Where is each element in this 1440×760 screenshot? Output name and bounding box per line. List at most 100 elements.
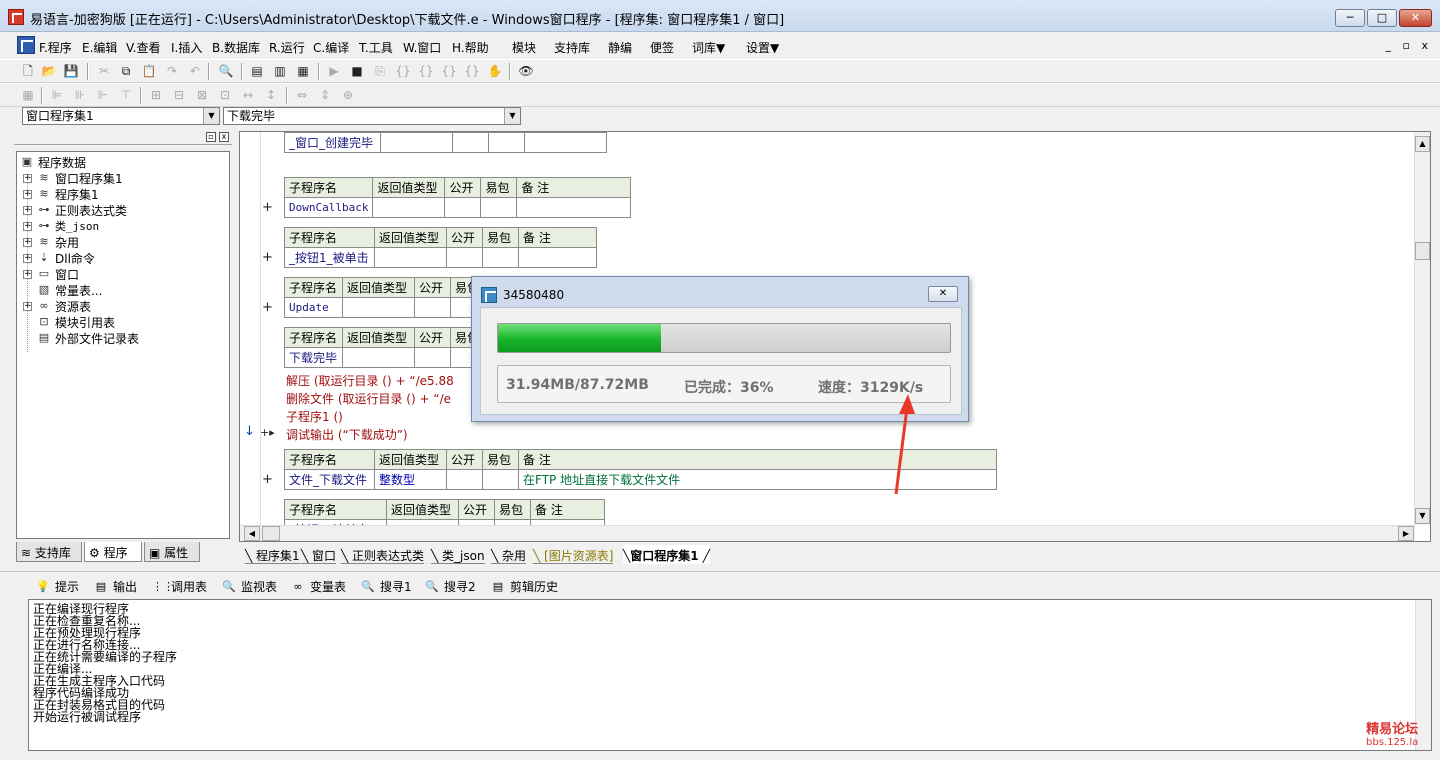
undo-icon[interactable]: ↶ — [187, 64, 203, 79]
tree-item[interactable]: ⊡ 模块引用表 — [37, 314, 115, 330]
expand-sub-icon[interactable]: + — [262, 200, 273, 215]
panel-close-icon[interactable]: x — [219, 132, 229, 142]
tree-item[interactable]: + ▭ 窗口 — [23, 266, 79, 282]
tree-item[interactable]: ▧ 常量表... — [37, 282, 103, 298]
tab-window[interactable]: ╲ 窗口 — [301, 545, 337, 564]
menu-help[interactable]: H.帮助 — [452, 39, 489, 56]
step-out-icon[interactable]: {} — [441, 64, 457, 79]
menu-tools[interactable]: T.工具 — [359, 39, 393, 56]
sub-name[interactable]: 下载完毕 — [284, 347, 343, 368]
tab-regex-class[interactable]: ╲ 正则表达式类 — [341, 545, 425, 564]
tab-watch[interactable]: 🔍 监视表 — [222, 578, 277, 595]
menu-settings[interactable]: 设置▼ — [746, 39, 779, 56]
expand-icon[interactable]: + — [23, 301, 32, 311]
open-folder-icon[interactable]: 📂 — [41, 64, 57, 79]
code-vertical-scrollbar[interactable]: ▲ ▼ — [1414, 132, 1430, 525]
tree-item[interactable]: + ⇣ Dll命令 — [23, 250, 95, 266]
project-tree[interactable]: ▣ 程序数据 + ≋ 窗口程序集1 + ≋ 程序集1 + ⊶ 正则表达式类 + … — [16, 151, 230, 539]
menu-module[interactable]: 模块 — [512, 39, 536, 56]
tab-image-resources[interactable]: ╲ [图片资源表] — [533, 545, 614, 564]
scroll-right-icon[interactable]: ▶ — [1398, 526, 1414, 541]
menu-database[interactable]: B.数据库 — [212, 39, 260, 56]
menu-insert[interactable]: I.插入 — [171, 39, 202, 56]
expand-icon[interactable]: + — [23, 205, 32, 215]
expand-icon[interactable]: + — [23, 221, 32, 231]
center-v-icon[interactable]: ⇕ — [317, 88, 333, 103]
minimize-button[interactable]: ─ — [1335, 9, 1365, 27]
menu-edit[interactable]: E.编辑 — [82, 39, 117, 56]
sub-name[interactable]: 文件_下载文件 — [284, 469, 375, 490]
step-into-icon[interactable]: {} — [395, 64, 411, 79]
hand-icon[interactable]: ✋ — [487, 64, 503, 79]
h-scroll-thumb[interactable] — [262, 526, 280, 541]
panel-restore-icon[interactable]: ▫ — [206, 132, 216, 142]
tab-search-1[interactable]: 🔍 搜寻1 — [361, 578, 412, 595]
tree-item[interactable]: + ≋ 程序集1 — [23, 186, 99, 202]
tree-item[interactable]: + ≋ 窗口程序集1 — [23, 170, 123, 186]
stop-icon[interactable]: ■ — [349, 64, 365, 79]
save-icon[interactable]: 💾 — [63, 64, 79, 79]
menu-program[interactable]: F.程序 — [39, 39, 72, 56]
center-h-icon[interactable]: ⇔ — [294, 88, 310, 103]
expand-icon[interactable]: + — [23, 237, 32, 247]
step-icon[interactable]: ⎘ — [372, 64, 388, 79]
close-button[interactable]: ✕ — [1399, 9, 1432, 27]
run-icon[interactable]: ▶ — [326, 64, 342, 79]
sub-name[interactable]: DownCallback — [283, 197, 374, 218]
tab-hint[interactable]: 💡 提示 — [36, 578, 79, 595]
align-top-icon[interactable]: ⊤ — [118, 88, 134, 103]
redo-icon[interactable]: ↷ — [164, 64, 180, 79]
tab-call-stack[interactable]: ⋮⋮ 调用表 — [152, 578, 207, 595]
expand-icon[interactable]: + — [23, 189, 32, 199]
menu-dictionary[interactable]: 词库▼ — [692, 39, 725, 56]
align-left-icon[interactable]: ⊫ — [49, 88, 65, 103]
v-spacing-icon[interactable]: ↕ — [263, 88, 279, 103]
cut-icon[interactable]: ✂ — [96, 64, 112, 79]
same-height-icon[interactable]: ⊡ — [217, 88, 233, 103]
subroutine-select[interactable]: 下载完毕 ▼ — [223, 107, 521, 125]
copy-icon[interactable]: ⧉ — [118, 64, 134, 79]
paste-icon[interactable]: 📋 — [141, 64, 157, 79]
sub-name[interactable]: _按钮1_被单击 — [284, 247, 375, 268]
expand-icon[interactable]: + — [23, 253, 32, 263]
tab-program[interactable]: ⚙ 程序 — [84, 542, 142, 562]
tree-item[interactable]: + ≋ 杂用 — [23, 234, 79, 250]
find-icon[interactable]: 🔍 — [218, 64, 234, 79]
center-both-icon[interactable]: ⊕ — [340, 88, 356, 103]
tree-item[interactable]: ▤ 外部文件记录表 — [37, 330, 139, 346]
menu-window[interactable]: W.窗口 — [403, 39, 441, 56]
code-line-debug[interactable]: 调试输出 (“下载成功”) — [286, 426, 408, 443]
align-center-icon[interactable]: ⊪ — [72, 88, 88, 103]
tree-item[interactable]: + ⊶ 正则表达式类 — [23, 202, 127, 218]
sub-name[interactable]: _窗口_创建完毕 — [284, 132, 381, 153]
mdi-controls[interactable]: _ ▫ x — [1386, 39, 1432, 52]
tab-support-lib[interactable]: ≋ 支持库 — [16, 542, 82, 562]
layout-3-icon[interactable]: ▦ — [295, 64, 311, 79]
tab-search-2[interactable]: 🔍 搜寻2 — [425, 578, 476, 595]
step-over-icon[interactable]: {} — [418, 64, 434, 79]
code-horizontal-scrollbar[interactable]: ◀ ▶ — [240, 525, 1415, 541]
maximize-button[interactable]: □ — [1367, 9, 1397, 27]
scroll-up-icon[interactable]: ▲ — [1415, 136, 1430, 152]
menu-view[interactable]: V.查看 — [126, 39, 160, 56]
menu-compile[interactable]: C.编译 — [313, 39, 349, 56]
code-line-delete[interactable]: 删除文件 (取运行目录 () + “/e — [286, 390, 451, 407]
layout-1-icon[interactable]: ▤ — [249, 64, 265, 79]
tree-item[interactable]: + ∞ 资源表 — [23, 298, 91, 314]
sub-note[interactable]: 在FTP 地址直接下载文件文件 — [518, 469, 997, 490]
scroll-down-icon[interactable]: ▼ — [1415, 508, 1430, 524]
tab-json-class[interactable]: ╲ 类_json — [431, 545, 485, 564]
tab-window-module-1[interactable]: ╲窗口程序集1 ╱ — [623, 545, 710, 564]
layout-2-icon[interactable]: ▥ — [272, 64, 288, 79]
chevron-down-icon[interactable]: ▼ — [504, 108, 520, 124]
align-middle-icon[interactable]: ⊞ — [148, 88, 164, 103]
new-file-icon[interactable]: 🗋 — [20, 64, 36, 79]
same-width-icon[interactable]: ⊠ — [194, 88, 210, 103]
align-bottom-icon[interactable]: ⊟ — [171, 88, 187, 103]
expand-sub-icon[interactable]: + — [262, 472, 273, 487]
menu-run[interactable]: R.运行 — [269, 39, 305, 56]
sub-name[interactable]: Update — [284, 297, 343, 318]
output-console[interactable]: 正在编译现行程序 正在检查重复名称... 正在预处理现行程序 正在进行名称连接.… — [28, 599, 1432, 751]
menu-support-lib[interactable]: 支持库 — [554, 39, 590, 56]
scroll-left-icon[interactable]: ◀ — [244, 526, 260, 541]
